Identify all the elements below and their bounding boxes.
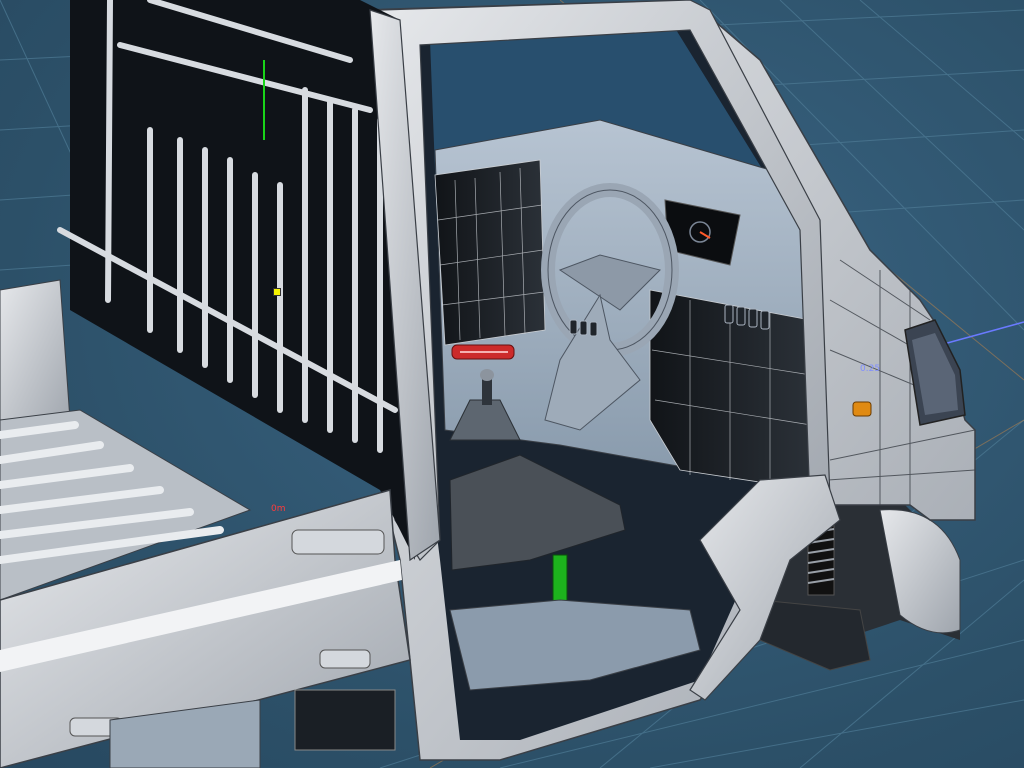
turn-signal	[852, 401, 872, 417]
scene-canvas[interactable]	[0, 0, 1024, 768]
pivot-marker-icon[interactable]	[273, 288, 281, 296]
3d-viewport[interactable]: 0m 0.25	[0, 0, 1024, 768]
x-axis-icon	[939, 321, 1024, 346]
